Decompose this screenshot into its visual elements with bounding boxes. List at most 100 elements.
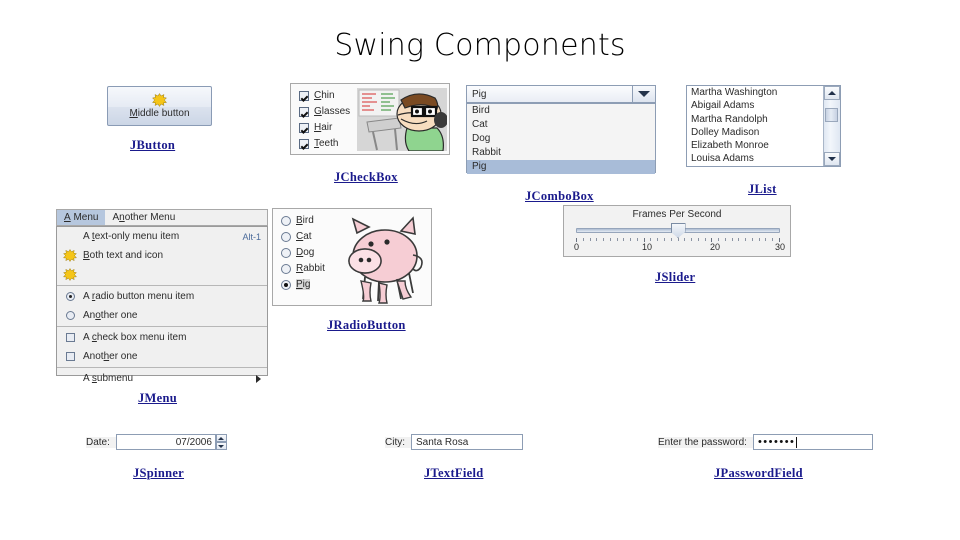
middle-button[interactable]: Middle button xyxy=(107,86,212,126)
text-caret xyxy=(796,436,798,448)
menubar-item-another-menu[interactable]: An other Menu xyxy=(105,210,182,225)
checkbox-icon[interactable] xyxy=(57,352,83,361)
starburst-icon xyxy=(57,249,83,262)
menu-item-radio-another[interactable]: Another one xyxy=(57,306,267,325)
menu-popup[interactable]: A text-only menu item Alt-1 Both text an… xyxy=(56,226,268,384)
spinner-up-icon[interactable] xyxy=(215,434,227,442)
starburst-icon xyxy=(151,93,168,107)
radio-label: Rabbit xyxy=(296,263,325,274)
jtextfield[interactable]: City: Santa Rosa xyxy=(385,434,523,450)
chevron-down-icon[interactable] xyxy=(632,86,655,102)
scroll-up-icon[interactable] xyxy=(824,86,840,100)
list-item[interactable]: Martha Randolph xyxy=(687,113,822,126)
combobox-option[interactable]: Bird xyxy=(467,104,655,118)
password-label: Enter the password: xyxy=(658,436,753,448)
combobox-option[interactable]: Dog xyxy=(467,132,655,146)
menu-item-icon-only[interactable] xyxy=(57,265,267,284)
checkbox-box-icon[interactable] xyxy=(299,90,309,101)
combobox-field[interactable]: Pig xyxy=(466,85,656,103)
menu-item-text-only[interactable]: A text-only menu item Alt-1 xyxy=(57,227,267,246)
checkbox-box-icon[interactable] xyxy=(299,106,309,117)
jlist-scrollbar[interactable] xyxy=(823,86,840,166)
menu-item-label: A submenu xyxy=(83,373,134,384)
spinner-input[interactable]: 07/2006 xyxy=(115,434,216,450)
radio-icon[interactable] xyxy=(281,263,291,274)
slider-tick xyxy=(697,238,699,241)
checkbox-chin[interactable]: Chin xyxy=(299,90,350,101)
radio-dog[interactable]: Dog xyxy=(281,247,325,258)
checkbox-hair[interactable]: Hair xyxy=(299,122,350,133)
spinner-down-icon[interactable] xyxy=(215,442,227,450)
slider-thumb[interactable] xyxy=(670,223,686,238)
caption-jmenu: JMenu xyxy=(138,391,177,405)
jlist[interactable]: Martha Washington Abigail Adams Martha R… xyxy=(686,85,841,167)
checkbox-teeth[interactable]: Teeth xyxy=(299,138,350,149)
radio-icon[interactable] xyxy=(281,279,291,290)
radio-icon[interactable] xyxy=(281,231,291,242)
radio-icon[interactable] xyxy=(57,311,83,320)
combobox-option-selected[interactable]: Pig xyxy=(467,160,655,174)
checkbox-box-icon[interactable] xyxy=(299,122,309,133)
menu-bar[interactable]: A Menu An other Menu xyxy=(56,209,268,226)
slider-tick xyxy=(691,238,693,241)
menu-separator xyxy=(57,367,267,368)
jslider-panel[interactable]: Frames Per Second 0 10 20 30 xyxy=(563,205,791,257)
radio-cat[interactable]: Cat xyxy=(281,231,325,242)
list-item[interactable]: Dolley Madison xyxy=(687,126,822,139)
menu-item-checkbox[interactable]: A check box menu item xyxy=(57,328,267,347)
radio-icon[interactable] xyxy=(281,215,291,226)
password-value: ••••••• xyxy=(757,435,796,448)
slider-label-30: 30 xyxy=(775,242,786,252)
slider-tick xyxy=(630,238,632,241)
radio-label: Pig xyxy=(296,279,311,290)
slider-tick xyxy=(684,238,686,241)
spinner-stepper[interactable] xyxy=(215,434,227,450)
radio-rabbit[interactable]: Rabbit xyxy=(281,263,325,274)
radio-pig[interactable]: Pig xyxy=(281,279,325,290)
city-label: City: xyxy=(385,436,411,448)
checkbox-box-icon[interactable] xyxy=(299,138,309,149)
menu-item-both-text-and-icon[interactable]: Both text and icon xyxy=(57,246,267,265)
slider-tick xyxy=(663,238,665,241)
menu-item-checkbox-another[interactable]: Another one xyxy=(57,347,267,366)
combobox-option[interactable]: Rabbit xyxy=(467,146,655,160)
radio-bird[interactable]: Bird xyxy=(281,215,325,226)
combobox-option[interactable]: Cat xyxy=(467,118,655,132)
slider-label-20: 20 xyxy=(710,242,721,252)
scrollbar-thumb[interactable] xyxy=(825,108,838,122)
caption-jpasswordfield: JPasswordField xyxy=(714,466,803,480)
list-item[interactable]: Martha Washington xyxy=(687,86,822,99)
list-item[interactable]: Abigail Adams xyxy=(687,99,822,112)
menu-item-radio-selected[interactable]: A radio button menu item xyxy=(57,287,267,306)
slider-tick xyxy=(650,238,652,241)
scroll-down-icon[interactable] xyxy=(824,152,840,166)
menubar-item-a-menu[interactable]: A Menu xyxy=(57,210,106,225)
slider-tick xyxy=(724,238,726,241)
city-value: Santa Rosa xyxy=(416,436,469,448)
list-item[interactable]: Elizabeth Monroe xyxy=(687,139,822,152)
jspinner[interactable]: Date: 07/2006 xyxy=(86,434,227,450)
jmenu[interactable]: A Menu An other Menu A text-only menu ite… xyxy=(56,209,268,384)
slider-title: Frames Per Second xyxy=(632,209,722,220)
list-item[interactable]: Louisa Adams xyxy=(687,152,822,165)
jlist-items[interactable]: Martha Washington Abigail Adams Martha R… xyxy=(687,86,822,166)
city-input[interactable]: Santa Rosa xyxy=(411,434,523,450)
slider-tick xyxy=(677,238,679,241)
combobox-dropdown-list[interactable]: Bird Cat Dog Rabbit Pig xyxy=(466,103,656,174)
checkbox-glasses[interactable]: Glasses xyxy=(299,106,350,117)
password-input[interactable]: ••••••• xyxy=(752,434,873,450)
checkbox-icon[interactable] xyxy=(57,333,83,342)
slider-tick xyxy=(765,238,767,241)
slider-label-10: 10 xyxy=(642,242,653,252)
slider-tick xyxy=(718,238,720,241)
radio-icon[interactable] xyxy=(57,292,83,301)
menu-item-submenu[interactable]: A submenu xyxy=(57,369,267,388)
jcheckbox-panel: Chin Glasses Hair Teeth xyxy=(290,83,450,155)
checkbox-label: Glasses xyxy=(314,106,351,117)
radio-icon[interactable] xyxy=(281,247,291,258)
jcombobox[interactable]: Pig Bird Cat Dog Rabbit Pig xyxy=(466,85,656,174)
menu-item-label: A check box menu item xyxy=(83,332,187,343)
slider-tick xyxy=(751,238,753,241)
checkbox-group: Chin Glasses Hair Teeth xyxy=(299,90,350,149)
jpasswordfield[interactable]: Enter the password: ••••••• xyxy=(658,434,873,450)
